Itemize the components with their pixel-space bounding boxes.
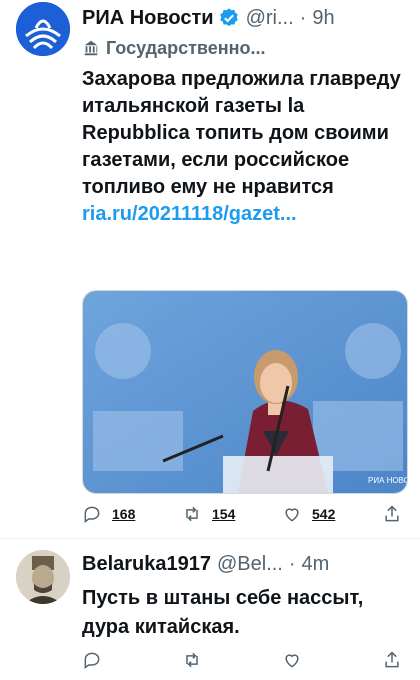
share-button[interactable] <box>382 650 402 670</box>
ria-logo-icon <box>16 2 70 56</box>
belaruka-avatar[interactable] <box>16 550 70 604</box>
retweet-button[interactable] <box>182 650 202 670</box>
retweet-icon <box>186 652 198 668</box>
portrait-avatar-icon <box>16 550 70 604</box>
tweet-ria[interactable]: РИА Новости @ri... · 9h Государственно..… <box>0 0 420 540</box>
verified-badge-icon <box>219 8 238 27</box>
author-name[interactable]: Belaruka1917 <box>82 553 211 576</box>
state-media-icon <box>84 40 98 56</box>
tweet-divider <box>0 538 420 539</box>
reply-icon <box>84 652 100 669</box>
separator-dot: · <box>299 6 307 29</box>
tweet-header: РИА Новости @ri... · 9h <box>82 2 408 34</box>
like-button[interactable] <box>282 650 302 670</box>
author-handle[interactable]: @Bel... <box>217 553 283 576</box>
tweet-actions <box>82 650 402 670</box>
retweet-count[interactable]: 154 <box>212 506 235 522</box>
tweet-belaruka[interactable]: Belaruka1917 @Bel... · 4m Пусть в штаны … <box>0 540 420 680</box>
retweet-button[interactable]: 154 <box>182 504 235 524</box>
like-count[interactable]: 542 <box>312 506 335 522</box>
reply-count[interactable]: 168 <box>112 506 135 522</box>
author-name[interactable]: РИА Новости <box>82 7 214 30</box>
reply-button[interactable] <box>82 650 102 670</box>
tweet-text: Захарова предложила главреду итальянской… <box>82 68 401 198</box>
heart-icon <box>285 654 299 668</box>
state-media-label[interactable]: Государственно... <box>82 34 408 62</box>
share-button[interactable] <box>382 504 402 524</box>
tweet-time[interactable]: 9h <box>312 7 334 30</box>
ria-avatar[interactable] <box>16 2 70 56</box>
like-button[interactable]: 542 <box>282 504 335 524</box>
tweet-header: Belaruka1917 @Bel... · 4m <box>82 548 408 580</box>
tweet-text: Пусть в штаны себе нассыт, дура китайска… <box>82 587 364 638</box>
tweet-content: Belaruka1917 @Bel... · 4m Пусть в штаны … <box>82 548 408 642</box>
tweet-link[interactable]: ria.ru/20211118/gazet... <box>82 201 408 228</box>
reply-icon <box>84 506 100 523</box>
share-icon <box>385 651 399 668</box>
tweet-actions: 168 154 542 <box>82 504 402 524</box>
media-watermark: РИА НОВОСТИ <box>368 476 407 485</box>
retweet-icon <box>186 506 198 522</box>
share-icon <box>385 505 399 522</box>
reply-button[interactable]: 168 <box>82 504 135 524</box>
state-media-label-text: Государственно... <box>106 37 266 58</box>
tweet-time[interactable]: 4m <box>302 553 330 576</box>
heart-icon <box>285 508 299 522</box>
separator-dot: · <box>288 552 296 575</box>
press-briefing-photo: РИА НОВОСТИ <box>83 291 407 493</box>
author-handle[interactable]: @ri... <box>246 7 294 30</box>
tweet-media-photo[interactable]: РИА НОВОСТИ <box>82 290 408 494</box>
tweet-content: РИА Новости @ri... · 9h Государственно..… <box>82 2 408 228</box>
